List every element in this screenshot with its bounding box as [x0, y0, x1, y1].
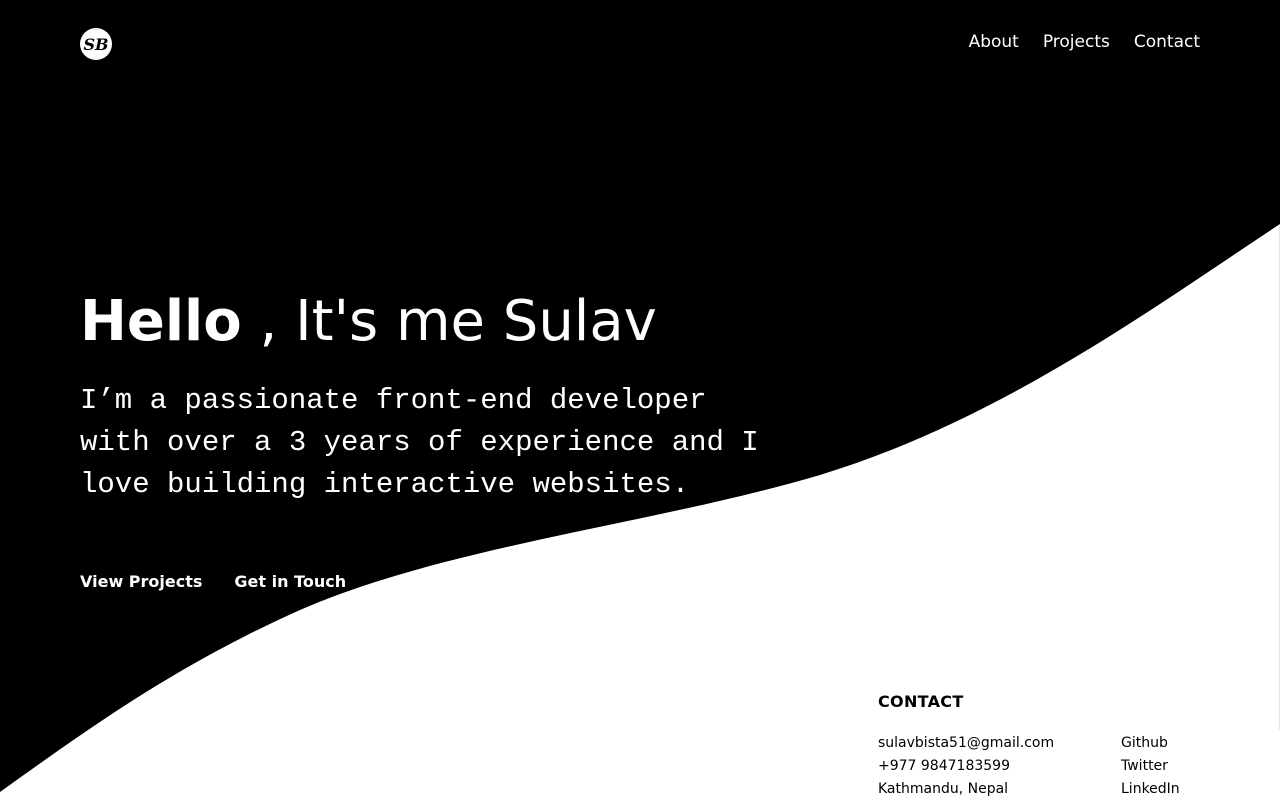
logo[interactable]: SB	[80, 28, 112, 60]
github-link[interactable]: Github	[1121, 732, 1180, 755]
nav-projects[interactable]: Projects	[1043, 32, 1110, 52]
top-nav: About Projects Contact	[969, 32, 1200, 52]
logo-text: SB	[83, 35, 108, 54]
linkedin-link[interactable]: LinkedIn	[1121, 778, 1180, 800]
page: SB About Projects Contact Hello , It's m…	[0, 0, 1280, 800]
contact-heading: CONTACT	[878, 692, 964, 711]
hero-description: I’m a passionate front-end developer wit…	[80, 384, 759, 501]
contact-phone: +977 9847183599	[878, 758, 1010, 774]
social-links: Github Twitter LinkedIn	[1121, 732, 1180, 800]
nav-contact[interactable]: Contact	[1134, 32, 1200, 52]
contact-section: CONTACT sulavbista51@gmail.com +977 9847…	[878, 692, 1208, 800]
hero-title: Hello , It's me Sulav	[80, 286, 657, 358]
contact-columns: sulavbista51@gmail.com +977 9847183599 K…	[878, 732, 1208, 800]
contact-location: Kathmandu, Nepal	[878, 781, 1009, 797]
get-in-touch-button[interactable]: Get in Touch	[234, 572, 346, 592]
nav-about[interactable]: About	[969, 32, 1019, 52]
contact-details: sulavbista51@gmail.com +977 9847183599 K…	[878, 732, 1121, 800]
view-projects-button[interactable]: View Projects	[80, 572, 202, 592]
hero-greeting-bold: Hello	[80, 289, 242, 354]
twitter-link[interactable]: Twitter	[1121, 755, 1180, 778]
hero-actions: View Projects Get in Touch	[80, 572, 346, 592]
contact-email[interactable]: sulavbista51@gmail.com	[878, 732, 1121, 755]
hero-greeting-rest: , It's me Sulav	[241, 289, 657, 354]
